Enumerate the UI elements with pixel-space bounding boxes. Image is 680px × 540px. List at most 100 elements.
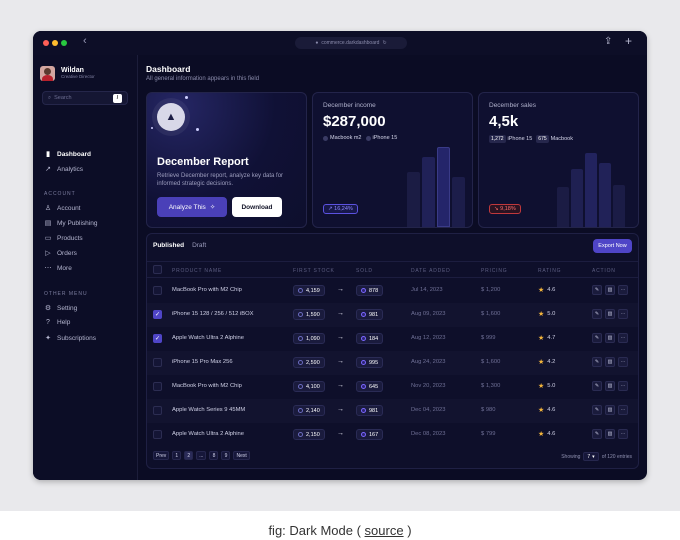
- prev-page-button[interactable]: Prev: [153, 451, 170, 460]
- more-icon[interactable]: ⋯: [618, 309, 628, 319]
- maximize-dot[interactable]: [61, 40, 67, 46]
- change-value: 16,24%: [334, 206, 353, 212]
- trash-icon[interactable]: ▥: [605, 381, 615, 391]
- more-icon[interactable]: ⋯: [618, 285, 628, 295]
- table-row[interactable]: MacBook Pro with M2 Chip 4,159 → 878 Jul…: [147, 279, 638, 303]
- tab-draft[interactable]: Draft: [192, 242, 206, 249]
- table-row[interactable]: ✓ iPhone 15 128 / 256 / 512 iBOX 1,590 →…: [147, 303, 638, 327]
- row-checkbox[interactable]: [153, 286, 162, 295]
- sidebar-item-products[interactable]: ▭ Products: [44, 234, 83, 243]
- more-icon[interactable]: ⋯: [618, 429, 628, 439]
- edit-icon[interactable]: ✎: [592, 309, 602, 319]
- send-icon: ▷: [45, 250, 51, 257]
- chart-bar: [422, 157, 435, 227]
- edit-icon[interactable]: ✎: [592, 357, 602, 367]
- column-header[interactable]: DATE ADDED: [411, 268, 451, 274]
- sidebar-item-more[interactable]: ⋯ More: [44, 264, 72, 273]
- column-header[interactable]: RATING: [538, 268, 561, 274]
- sidebar-item-help[interactable]: ? Help: [44, 319, 70, 326]
- table-row[interactable]: Apple Watch Series 9 45MM 2,140 → 981 De…: [147, 399, 638, 423]
- row-checkbox[interactable]: [153, 406, 162, 415]
- sidebar-item-account[interactable]: ♙ Account: [44, 204, 81, 213]
- trash-icon[interactable]: ▥: [605, 429, 615, 439]
- source-link[interactable]: source: [365, 523, 404, 538]
- table-row[interactable]: MacBook Pro with M2 Chip 4,100 → 645 Nov…: [147, 375, 638, 399]
- chart-bar: [452, 177, 465, 227]
- tag-label: iPhone 15: [507, 136, 533, 142]
- analyze-button[interactable]: Analyze This ✧: [157, 197, 227, 217]
- first-stock-value: 2,150: [306, 431, 320, 438]
- table-row[interactable]: iPhone 15 Pro Max 256 2,590 → 995 Aug 24…: [147, 351, 638, 375]
- page-button[interactable]: 1: [172, 451, 182, 460]
- page-button[interactable]: 9: [221, 451, 231, 460]
- select-all-checkbox[interactable]: [153, 265, 162, 274]
- page-button-current[interactable]: 2: [184, 451, 194, 460]
- sold-value: 645: [369, 383, 379, 390]
- more-icon[interactable]: ⋯: [618, 381, 628, 391]
- share-icon[interactable]: ⇪: [604, 36, 612, 47]
- more-icon[interactable]: ⋯: [618, 333, 628, 343]
- sales-title: December sales: [489, 102, 536, 109]
- row-actions: ✎ ▥ ⋯: [592, 309, 628, 319]
- report-card: ▲ December Report Retrieve December repo…: [146, 92, 307, 228]
- sidebar-item-analytics[interactable]: ↗ Analytics: [44, 165, 83, 174]
- next-page-button[interactable]: Next: [233, 451, 250, 460]
- search-input[interactable]: ⌕ Search /: [42, 91, 128, 105]
- trash-icon[interactable]: ▥: [605, 357, 615, 367]
- table-row[interactable]: ✓ Apple Watch Ultra 2 Alphine 1,090 → 18…: [147, 327, 638, 351]
- more-icon[interactable]: ⋯: [618, 357, 628, 367]
- sidebar-item-subscriptions[interactable]: ✦ Subscriptions: [44, 334, 96, 343]
- edit-icon[interactable]: ✎: [592, 333, 602, 343]
- url-bar[interactable]: ● commerce.darkdashboard ↻: [295, 37, 407, 49]
- download-button[interactable]: Download: [232, 197, 282, 217]
- profile-role: Creative Director: [61, 74, 95, 79]
- trash-icon[interactable]: ▥: [605, 285, 615, 295]
- sidebar-item-orders[interactable]: ▷ Orders: [44, 249, 77, 258]
- rating: ★ 4.6: [538, 286, 555, 294]
- sparkle-dot: [185, 96, 188, 99]
- close-dot[interactable]: [43, 40, 49, 46]
- income-tag: Macbook m2: [323, 135, 362, 141]
- row-checkbox[interactable]: ✓: [153, 334, 162, 343]
- plus-icon[interactable]: +: [625, 34, 632, 48]
- edit-icon[interactable]: ✎: [592, 429, 602, 439]
- row-checkbox[interactable]: [153, 382, 162, 391]
- more-icon[interactable]: ⋯: [618, 405, 628, 415]
- edit-icon[interactable]: ✎: [592, 285, 602, 295]
- sidebar-item-dashboard[interactable]: ▮ Dashboard: [44, 150, 91, 159]
- column-header[interactable]: PRICING: [481, 268, 507, 274]
- edit-icon[interactable]: ✎: [592, 405, 602, 415]
- edit-icon[interactable]: ✎: [592, 381, 602, 391]
- sold-pill: 167: [356, 429, 384, 440]
- sold-icon: [361, 336, 366, 341]
- trend-icon: ↗: [45, 166, 51, 173]
- minimize-dot[interactable]: [52, 40, 58, 46]
- sold-pill: 878: [356, 285, 384, 296]
- profile-card[interactable]: Wildan Creative Director: [40, 62, 129, 84]
- row-checkbox[interactable]: [153, 430, 162, 439]
- row-checkbox[interactable]: ✓: [153, 310, 162, 319]
- table-row[interactable]: Apple Watch Ultra 2 Alphine 2,150 → 167 …: [147, 423, 638, 447]
- row-checkbox[interactable]: [153, 358, 162, 367]
- trash-icon[interactable]: ▥: [605, 405, 615, 415]
- column-header[interactable]: SOLD: [356, 268, 373, 274]
- pricing: $ 1,200: [481, 287, 501, 293]
- rating: ★ 4.6: [538, 406, 555, 414]
- sidebar-item-setting[interactable]: ⚙ Setting: [44, 304, 77, 313]
- arrow-right-icon: →: [337, 334, 344, 341]
- per-page-select[interactable]: 7 ▾: [583, 452, 599, 461]
- trash-icon[interactable]: ▥: [605, 309, 615, 319]
- first-stock-pill: 1,090: [293, 333, 325, 344]
- page-button[interactable]: 8: [209, 451, 219, 460]
- browser-titlebar: ‹ ● commerce.darkdashboard ↻ ⇪ +: [33, 31, 647, 55]
- trash-icon[interactable]: ▥: [605, 333, 615, 343]
- tab-published[interactable]: Published: [153, 242, 184, 249]
- export-button[interactable]: Export Now: [593, 239, 632, 253]
- chevron-left-icon[interactable]: ‹: [83, 35, 87, 47]
- book-icon: ▤: [44, 220, 52, 227]
- reload-icon[interactable]: ↻: [382, 40, 386, 46]
- column-header[interactable]: PRODUCT NAME: [172, 268, 222, 274]
- sold-value: 878: [369, 287, 379, 294]
- sidebar-item-my-publishing[interactable]: ▤ My Publishing: [44, 219, 98, 228]
- column-header[interactable]: FIRST STOCK: [293, 268, 335, 274]
